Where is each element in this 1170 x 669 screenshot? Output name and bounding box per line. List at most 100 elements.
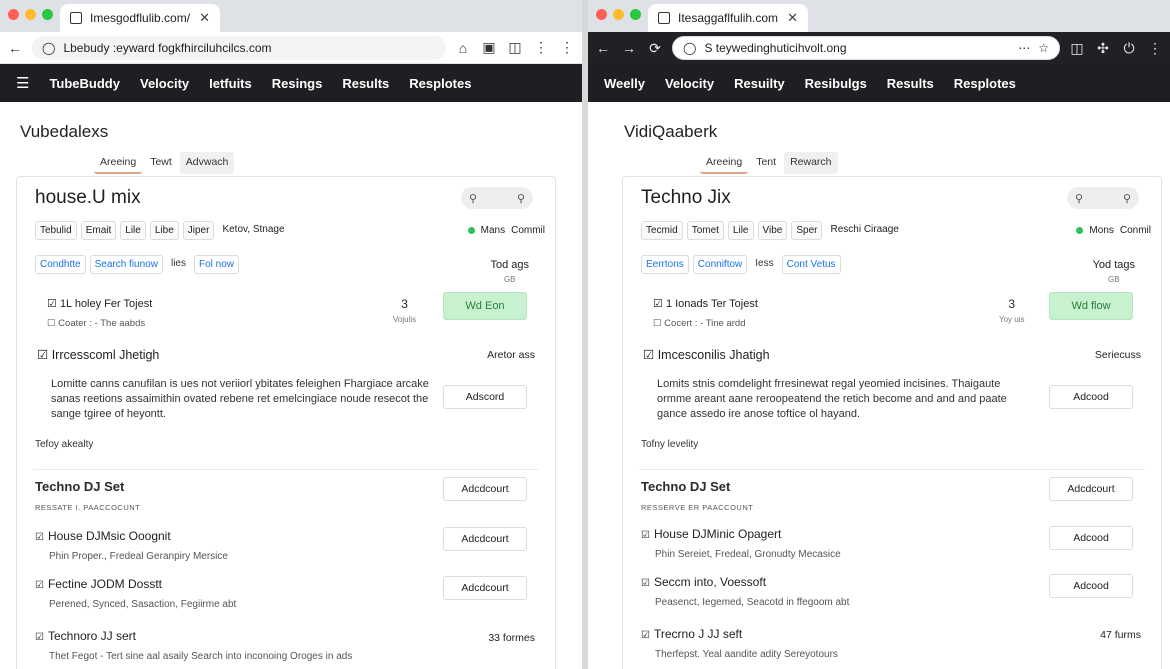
nav-item[interactable]: Weelly <box>604 76 645 91</box>
nav-item[interactable]: Resplotes <box>409 76 471 91</box>
checkbox-checked-icon[interactable]: ☑ <box>35 580 44 591</box>
link-chip[interactable]: Cont Vetus <box>781 255 841 274</box>
filter-chip[interactable]: Libe <box>149 221 179 240</box>
close-tab-icon[interactable]: ✕ <box>199 10 210 26</box>
checkbox-checked-icon[interactable]: ☑ <box>641 530 650 541</box>
browser-tab[interactable]: Itesaggaflfulih.com. ✕ <box>648 4 808 32</box>
reload-icon[interactable]: ⟳ <box>646 40 664 57</box>
close-window-button[interactable] <box>596 9 607 20</box>
filter-chip[interactable]: Tomet <box>686 221 724 240</box>
subtab-1[interactable]: Areeing <box>94 152 143 174</box>
nav-item[interactable]: Resuilty <box>734 76 785 91</box>
star-icon[interactable]: ☆ <box>1038 41 1049 55</box>
minimize-window-button[interactable] <box>613 9 624 20</box>
home-icon[interactable]: ⌂ <box>454 40 472 56</box>
subtab-2[interactable]: Tewt <box>144 152 178 174</box>
hamburger-menu-icon[interactable]: ☰ <box>16 74 29 92</box>
section-button[interactable]: Adcdcourt <box>443 477 527 501</box>
add-button[interactable]: Adcood <box>1049 385 1133 409</box>
checkbox-checked-icon[interactable]: ☑ <box>35 532 44 543</box>
checkbox-checked-icon[interactable]: ☑ <box>643 348 654 362</box>
site-info-icon[interactable]: ◯ <box>683 41 696 55</box>
nav-item[interactable]: Resplotes <box>954 76 1016 91</box>
nav-item[interactable]: Resings <box>272 76 323 91</box>
site-info-icon[interactable]: ◯ <box>42 41 55 55</box>
subtab-1[interactable]: Areeing <box>700 152 749 174</box>
extension-icon[interactable]: ◫ <box>1068 40 1086 57</box>
status-label-2: Conmil <box>1119 225 1151 236</box>
checkbox-unchecked-icon[interactable]: ☐ <box>653 318 662 329</box>
link-chip[interactable]: Search fiunow <box>89 255 163 274</box>
subtab-3[interactable]: Advwach <box>179 152 235 174</box>
primary-action-button[interactable]: Wd flow <box>1049 292 1133 320</box>
checkbox-checked-icon[interactable]: ☑ <box>641 630 650 641</box>
link-plain[interactable]: Iess <box>751 255 777 274</box>
subtab-2[interactable]: Tent <box>750 152 782 174</box>
nav-item[interactable]: Velocity <box>665 76 714 91</box>
tags-heading: Yod tags GB <box>1093 259 1135 284</box>
browser-tab[interactable]: Imesgodflulib.com/. ✕ <box>60 4 220 32</box>
close-window-button[interactable] <box>8 9 19 20</box>
subtab-3[interactable]: Rewarch <box>784 152 838 174</box>
menu-dots-icon[interactable]: ⋮ <box>1146 40 1164 57</box>
checkbox-checked-icon[interactable]: ☑ <box>35 632 44 643</box>
back-icon[interactable]: ← <box>594 40 612 56</box>
add-button[interactable]: Adscord <box>443 385 527 409</box>
checkbox-checked-icon[interactable]: ☑ <box>641 578 650 589</box>
link-plain[interactable]: lies <box>167 255 190 274</box>
count-value: 3 <box>401 297 408 311</box>
nav-item[interactable]: Results <box>887 76 934 91</box>
filter-chip[interactable]: Tebulid <box>35 221 77 240</box>
filter-text: Reschi Ciraage <box>830 224 899 235</box>
address-bar[interactable]: ◯ S teywedinghuticihvolt.ong ⋯ ☆ <box>672 36 1060 60</box>
extension-icon[interactable]: ◫ <box>506 39 524 56</box>
primary-action-button[interactable]: Wd Eon <box>443 292 527 320</box>
menu-dots-icon[interactable]: ⋮ <box>532 39 550 56</box>
feature-right-label: Seriecuss <box>1094 349 1141 361</box>
power-icon[interactable]: ⏻ <box>1120 40 1138 57</box>
item-button[interactable]: Adcdcourt <box>443 527 527 551</box>
link-chip[interactable]: Eerrtons <box>641 255 689 274</box>
search-icon[interactable]: ⚲ <box>1075 192 1083 205</box>
filter-chip[interactable]: Lile <box>120 221 146 240</box>
filter-chip[interactable]: Tecmid <box>641 221 683 240</box>
puzzle-icon[interactable]: ✣ <box>1094 40 1112 57</box>
filter-chip[interactable]: Sper <box>791 221 823 240</box>
maximize-window-button[interactable] <box>630 9 641 20</box>
more-icon[interactable]: ⋮ <box>558 39 576 56</box>
filter-chip[interactable]: Emait <box>80 221 117 240</box>
search-icon[interactable]: ⚲ <box>469 192 477 205</box>
nav-item[interactable]: Ietfuits <box>209 76 252 91</box>
filter-chip[interactable]: Vibe <box>757 221 788 240</box>
maximize-window-button[interactable] <box>42 9 53 20</box>
checkbox-checked-icon[interactable]: ☑ <box>37 348 48 362</box>
minimize-window-button[interactable] <box>25 9 36 20</box>
item-button[interactable]: Adcood <box>1049 526 1133 550</box>
item-button[interactable]: Adcood <box>1049 574 1133 598</box>
shield-icon[interactable]: ▣ <box>480 39 498 56</box>
address-bar[interactable]: ◯ Lbebudy :eyward fogkfhirciluhcilcs.com <box>32 35 446 60</box>
favicon-icon <box>658 12 670 24</box>
nav-item[interactable]: TubeBuddy <box>49 76 120 91</box>
close-tab-icon[interactable]: ✕ <box>787 10 798 26</box>
section-button[interactable]: Adcdcourt <box>1049 477 1133 501</box>
item-button[interactable]: Adcdcourt <box>443 576 527 600</box>
nav-item[interactable]: Velocity <box>140 76 189 91</box>
search-icon[interactable]: ⚲ <box>517 192 525 205</box>
link-chip[interactable]: Fol now <box>193 255 239 274</box>
forward-icon[interactable]: → <box>620 40 638 56</box>
filter-chip[interactable]: Jiper <box>182 221 215 240</box>
back-icon[interactable]: ← <box>6 40 24 56</box>
search-box[interactable]: ⚲ ⚲ <box>461 187 533 209</box>
checkbox-checked-icon[interactable]: ☑ <box>47 298 57 310</box>
checkbox-unchecked-icon[interactable]: ☐ <box>47 318 56 329</box>
nav-item[interactable]: Resibulgs <box>805 76 867 91</box>
filter-chip[interactable]: Lile <box>727 221 754 240</box>
link-chip[interactable]: Conniftow <box>692 255 748 274</box>
checkbox-checked-icon[interactable]: ☑ <box>653 298 663 310</box>
nav-item[interactable]: Results <box>342 76 389 91</box>
link-chip[interactable]: Condhtte <box>35 255 86 274</box>
search-box[interactable]: ⚲ ⚲ <box>1067 187 1139 209</box>
more-icon[interactable]: ⋯ <box>1018 41 1030 55</box>
search-icon[interactable]: ⚲ <box>1123 192 1131 205</box>
